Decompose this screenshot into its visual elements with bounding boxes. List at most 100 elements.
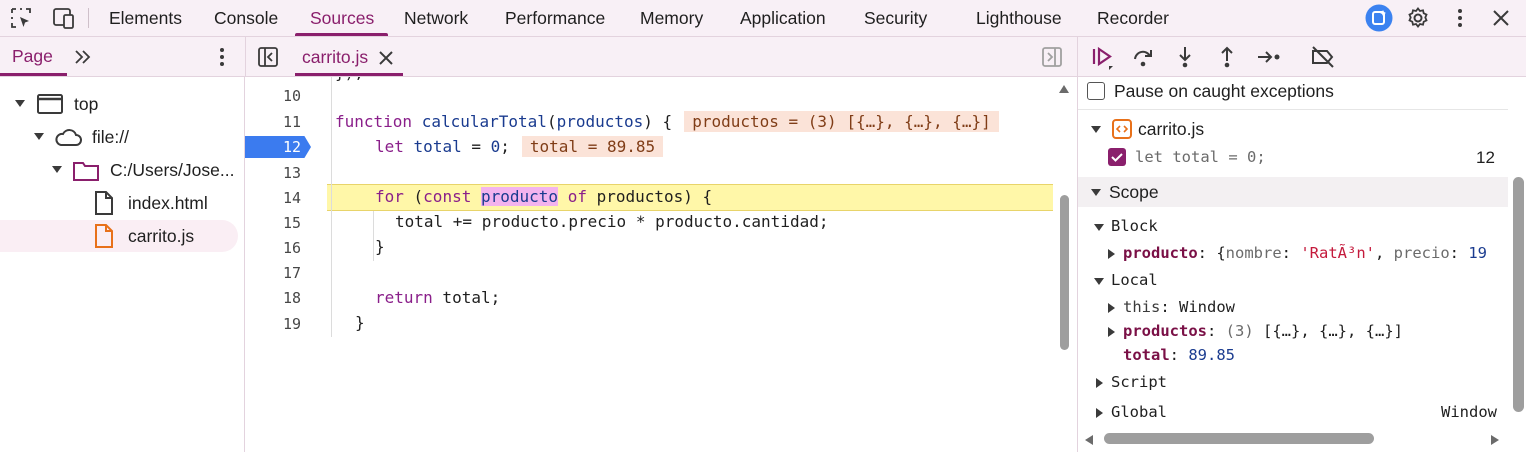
scope-prop-this[interactable]: this: Window [1123,298,1235,316]
step-over-icon[interactable] [1131,45,1155,69]
line-number[interactable]: 10 [245,87,301,105]
scroll-right-arrow-icon[interactable] [1490,434,1500,446]
expand-triangle-icon[interactable] [1108,303,1115,313]
tab-performance[interactable]: Performance [505,0,605,36]
frame-icon [37,94,63,114]
toolbar-divider [88,8,89,28]
cloud-icon [54,127,82,147]
scope-section-header[interactable]: Scope [1078,177,1508,207]
expand-triangle-icon[interactable] [52,166,62,173]
inline-value-total: total = 89.85 [521,136,664,157]
collapse-triangle-icon[interactable] [1094,278,1104,285]
tab-lighthouse[interactable]: Lighthouse [976,0,1062,36]
breakpoint-line-number[interactable]: 12 [245,136,301,158]
expand-triangle-icon[interactable] [1108,327,1115,337]
editor-tab-indicator [295,73,403,76]
scope-global-label[interactable]: Global [1111,403,1167,421]
toggle-navigator-icon[interactable] [256,45,280,69]
expand-triangle-icon[interactable] [1096,378,1103,388]
code-line-15: total += producto.precio * producto.cant… [395,212,829,231]
expand-triangle-icon[interactable] [1096,408,1103,418]
tab-elements[interactable]: Elements [109,0,182,36]
tab-memory[interactable]: Memory [640,0,703,36]
tab-page[interactable]: Page [12,46,53,67]
scope-title: Scope [1109,182,1159,202]
breakpoint-code-snippet[interactable]: let total = 0; [1135,148,1266,166]
editor-tab-carrito[interactable]: carrito.js [287,37,403,77]
scope-local-label[interactable]: Local [1111,271,1158,289]
code-line-12: let total = 0; total = 89.85 [375,136,664,157]
script-file-icon [94,224,114,248]
expand-triangle-icon[interactable] [15,100,25,107]
tab-sources[interactable]: Sources [310,0,374,36]
pause-caught-checkbox[interactable] [1087,82,1105,100]
tree-item-label: carrito.js [128,226,195,246]
deactivate-breakpoints-icon[interactable] [1310,45,1334,69]
more-tabs-chevron-icon[interactable] [71,45,95,69]
code-line-11: function calcularTotal(productos) {produ… [335,111,999,132]
line-number[interactable]: 13 [245,164,301,182]
expand-triangle-icon[interactable] [1108,249,1115,259]
scope-prop-productos[interactable]: productos: (3) [{…}, {…}, {…}] [1123,322,1403,340]
tab-network[interactable]: Network [404,0,468,36]
code-line-14: for (const producto of productos) { [375,187,713,206]
tab-application[interactable]: Application [740,0,826,36]
close-tab-icon[interactable] [377,46,395,68]
step-out-icon[interactable] [1215,45,1239,69]
tree-item-folder[interactable]: C:/Users/Jose... [0,154,238,186]
collapse-triangle-icon[interactable] [1094,224,1104,231]
expand-triangle-icon[interactable] [34,133,44,140]
tab-recorder[interactable]: Recorder [1097,0,1169,36]
tree-item-carrito-js[interactable]: carrito.js [0,220,238,252]
settings-gear-icon[interactable] [1406,6,1430,30]
highlighted-word: producto [480,187,559,206]
step-into-icon[interactable] [1173,45,1197,69]
script-file-icon [1112,119,1132,139]
pane-divider [245,37,246,77]
tree-item-label: file:// [92,127,129,147]
line-number[interactable]: 14 [245,189,301,207]
line-number[interactable]: 16 [245,239,301,257]
collapse-triangle-icon[interactable] [1091,126,1101,133]
scroll-up-arrow-icon[interactable] [1058,84,1070,94]
scope-script-label[interactable]: Script [1111,373,1167,391]
navigator-menu-icon[interactable] [210,45,234,69]
inspect-element-icon[interactable] [9,6,33,30]
tab-console[interactable]: Console [214,0,278,36]
debugger-vertical-scrollbar-thumb[interactable] [1513,177,1524,412]
code-line-16: } [375,237,385,256]
line-number[interactable]: 11 [245,113,301,131]
debugger-horizontal-scrollbar-thumb[interactable] [1104,433,1374,444]
active-tab-indicator [295,33,388,36]
page-tab-indicator [0,73,67,76]
tree-item-file-origin[interactable]: file:// [0,121,238,153]
tab-security[interactable]: Security [864,0,927,36]
code-editor[interactable]: }); 10 11 12 13 14 15 16 17 18 19 functi… [245,77,1077,452]
pause-caught-label: Pause on caught exceptions [1114,81,1334,101]
line-number[interactable]: 18 [245,289,301,307]
line-number[interactable]: 19 [245,315,301,333]
tree-item-label: top [74,94,99,114]
scroll-left-arrow-icon[interactable] [1084,434,1094,446]
scope-block-label[interactable]: Block [1111,217,1158,235]
pane-divider-right [1077,37,1078,77]
resume-icon[interactable] [1090,45,1114,70]
line-number[interactable]: 17 [245,264,301,282]
step-icon[interactable] [1256,45,1280,69]
close-icon[interactable] [1489,6,1513,30]
tree-item-top[interactable]: top [0,88,238,120]
scope-prop-total[interactable]: total: 89.85 [1123,346,1235,364]
more-vert-icon[interactable] [1448,6,1472,30]
breakpoint-line-label: 12 [1476,148,1495,167]
editor-scrollbar-thumb[interactable] [1060,195,1069,350]
ai-assistance-icon[interactable] [1365,4,1393,32]
toggle-debugger-icon[interactable] [1040,45,1064,69]
breakpoint-enabled-checkbox[interactable] [1108,148,1126,166]
scope-prop-producto[interactable]: producto: {nombre: 'RatÃ³n', precio: 19 [1123,244,1487,262]
collapse-triangle-icon[interactable] [1091,189,1101,196]
sources-toolbar: Page carrito.js [0,37,1526,77]
line-number[interactable]: 15 [245,214,301,232]
tree-item-index-html[interactable]: index.html [0,187,238,219]
indent-guide [373,211,374,261]
device-toggle-icon[interactable] [50,6,74,30]
